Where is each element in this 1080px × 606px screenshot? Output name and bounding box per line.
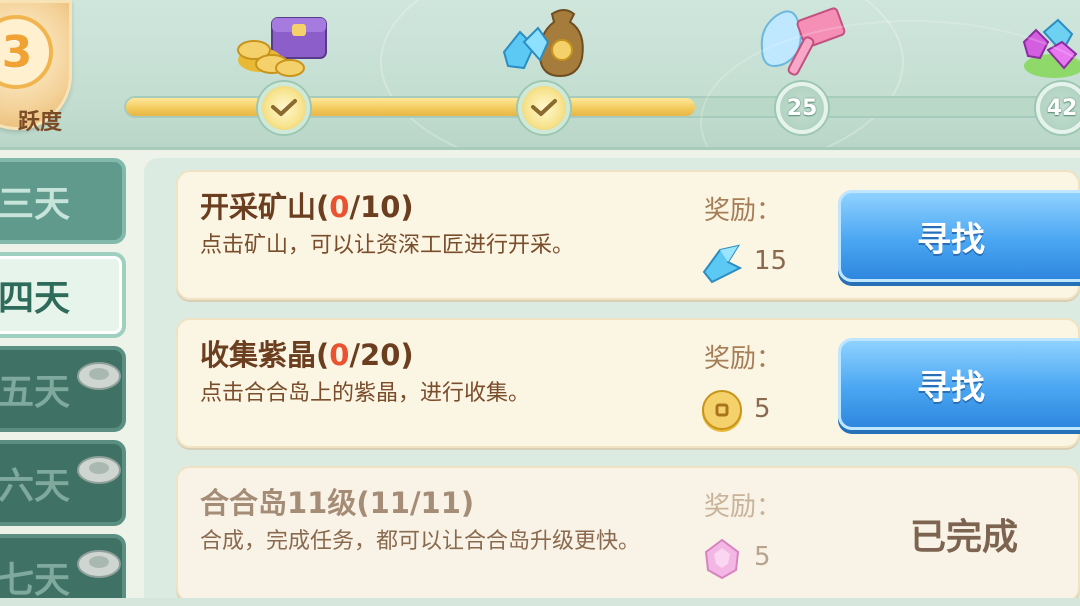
milestone-2[interactable] (518, 82, 570, 134)
progress-fill (126, 98, 695, 116)
bottom-divider (0, 598, 1080, 606)
day-tab-label: 七天 (0, 560, 71, 601)
task-title-text: 收集紫晶( (200, 338, 330, 372)
pink-gem-icon (704, 538, 740, 580)
check-icon (531, 99, 557, 116)
lock-icon (77, 362, 121, 390)
task-description: 点击合合岛上的紫晶，进行收集。 (200, 381, 531, 406)
task-title: 合合岛11级(11/11) (200, 486, 475, 520)
day-tab-label: 五天 (0, 372, 71, 413)
task-title: 收集紫晶(0/20) (200, 332, 414, 374)
header-band: 25 42 3 跃度 (0, 0, 1080, 150)
find-button[interactable]: 寻找 (838, 190, 1080, 282)
milestone-3[interactable]: 25 (776, 82, 828, 134)
lock-icon (77, 456, 121, 484)
task-card: 收集紫晶(0/20) 点击合合岛上的紫晶，进行收集。 奖励： 5 寻找 (176, 318, 1080, 448)
gem-pile-reward-icon[interactable] (1014, 2, 1080, 82)
day-tab-6[interactable]: 六天 (0, 440, 126, 526)
activity-label: 跃度 (17, 110, 62, 135)
milestone-value: 42 (1046, 95, 1078, 121)
gem-hammer-reward-icon[interactable] (756, 2, 856, 82)
day-tab-label: 三天 (0, 184, 71, 225)
task-progress-current: 0 (329, 190, 350, 224)
find-button[interactable]: 寻找 (838, 338, 1080, 430)
reward-label: 奖励： (704, 492, 783, 522)
gold-coin-icon (702, 390, 742, 432)
task-progress-total: /20) (349, 338, 414, 372)
task-title: 开采矿山(0/10) (200, 184, 414, 226)
milestone-4[interactable]: 42 (1036, 82, 1080, 134)
lock-icon (77, 550, 121, 578)
day-tab-4[interactable]: 四天 (0, 252, 126, 338)
day-tab-5[interactable]: 五天 (0, 346, 126, 432)
task-card: 合合岛11级(11/11) 合成，完成任务，都可以让合合岛升级更快。 奖励： 5… (176, 466, 1080, 602)
task-progress-total: /10) (349, 190, 414, 224)
coin-chest-reward-icon[interactable] (232, 2, 332, 82)
milestone-1[interactable] (258, 82, 310, 134)
day-tab-7[interactable]: 七天 (0, 534, 126, 606)
day-tab-label: 四天 (0, 278, 71, 319)
reward-label: 奖励： (704, 196, 783, 226)
reward-amount: 5 (754, 542, 771, 572)
activity-value: 3 (1, 27, 33, 78)
completed-status: 已完成 (910, 517, 1019, 558)
task-title-text: 开采矿山( (200, 190, 330, 224)
task-description: 点击矿山，可以让资深工匠进行开采。 (200, 233, 575, 258)
task-description: 合成，完成任务，都可以让合合岛升级更快。 (200, 529, 641, 554)
check-icon (271, 99, 297, 116)
reward-label: 奖励： (704, 344, 783, 374)
milestone-value: 25 (786, 95, 818, 121)
task-card: 开采矿山(0/10) 点击矿山，可以让资深工匠进行开采。 奖励： 15 寻找 (176, 170, 1080, 300)
blue-crystal-icon (702, 244, 743, 284)
crystal-sack-reward-icon[interactable] (494, 2, 594, 82)
reward-amount: 15 (754, 246, 788, 276)
task-progress-current: 0 (329, 338, 350, 372)
day-tab-3[interactable]: 三天 (0, 158, 126, 244)
day-tab-label: 六天 (0, 466, 71, 507)
reward-amount: 5 (754, 394, 771, 424)
